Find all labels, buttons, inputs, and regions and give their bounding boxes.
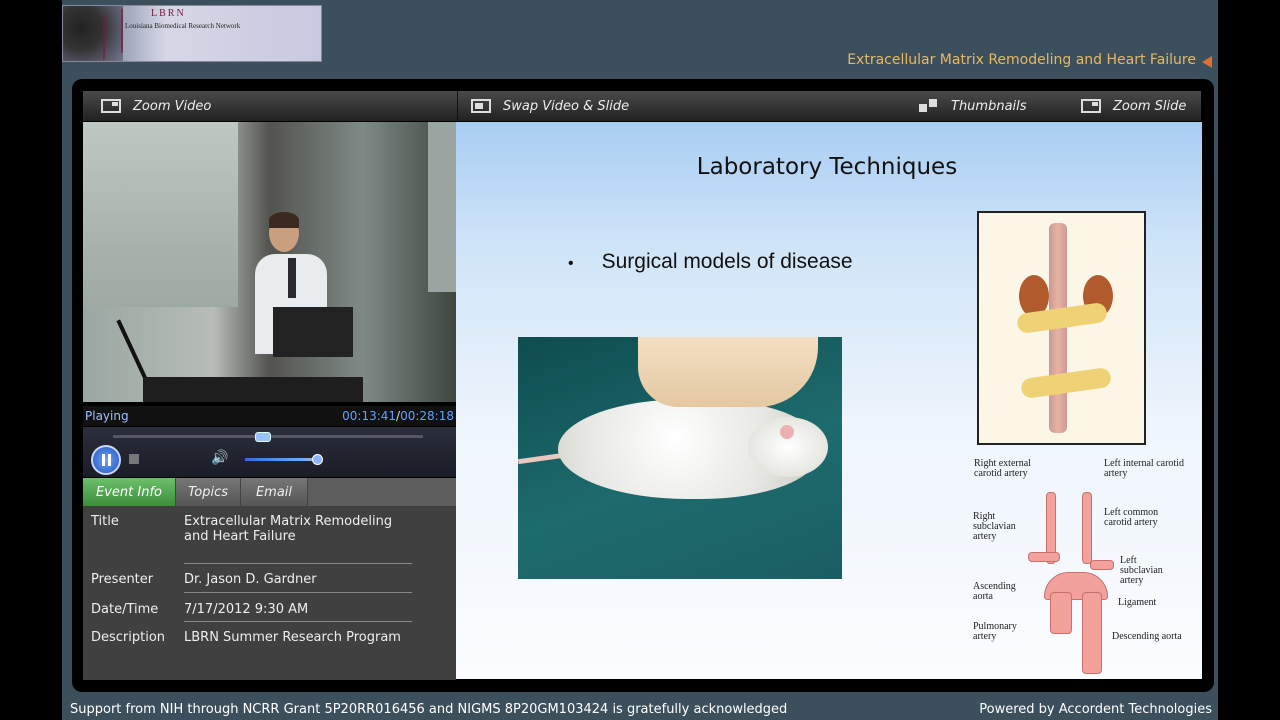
playback-status-bar: Playing 00:13:41/00:28:18: [83, 406, 456, 426]
tab-event-info[interactable]: Event Info: [83, 478, 176, 506]
toolbar-divider: [457, 91, 458, 121]
video-side-screen: [428, 122, 456, 292]
zoom-slide-label: Zoom Slide: [1113, 98, 1187, 114]
slide-title: Laboratory Techniques: [696, 154, 958, 180]
thumbnails-icon: [919, 99, 939, 113]
video-projection-screen: [83, 122, 238, 307]
left-subclavian-vessel: [1090, 560, 1114, 570]
playback-time: 00:13:41/00:28:18: [342, 409, 454, 423]
seek-bar[interactable]: [113, 432, 423, 442]
logo-subtext: Louisiana Biomedical Research Network: [125, 22, 241, 30]
tab-email[interactable]: Email: [241, 478, 308, 506]
pause-button[interactable]: [91, 445, 121, 475]
player-frame: Zoom Video Swap Video & Slide Thumbnails…: [72, 79, 1214, 692]
slide-panel[interactable]: Laboratory Techniques • Surgical models o…: [456, 122, 1202, 679]
video-presenter-hair: [269, 212, 299, 228]
datetime-label: Date/Time: [91, 602, 159, 617]
label-ligament: Ligament: [1118, 597, 1157, 608]
descending-aorta-vessel: [1082, 592, 1102, 674]
label-left-internal-carotid: Left internal carotid artery: [1104, 458, 1184, 479]
pause-icon-bar: [107, 454, 111, 466]
video-desk: [143, 377, 363, 402]
ascending-aorta-vessel: [1050, 592, 1072, 634]
zoom-slide-icon: [1081, 99, 1101, 113]
video-lamp: [116, 319, 150, 385]
label-left-subclavian: Left subclavian artery: [1120, 555, 1163, 586]
event-info-panel: Title Extracellular Matrix Remodeling an…: [83, 506, 456, 680]
volume-icon[interactable]: 🔊: [211, 450, 231, 468]
label-right-subclavian: Right subclavian artery: [973, 511, 1016, 542]
pause-icon-bar: [101, 454, 105, 466]
bullet-icon: •: [568, 255, 574, 272]
label-left-common-carotid: Left common carotid artery: [1104, 507, 1159, 528]
description-value: LBRN Summer Research Program: [184, 630, 401, 645]
zoom-video-button[interactable]: Zoom Video: [101, 91, 211, 121]
info-tabs: Event Info Topics Email: [83, 478, 456, 506]
row-divider: [184, 563, 412, 564]
zoom-video-icon: [101, 99, 121, 113]
label-right-external-carotid: Right external carotid artery: [974, 458, 1031, 479]
left-carotid-vessel: [1082, 492, 1092, 564]
page-background: LBRN Louisiana Biomedical Research Netwo…: [62, 0, 1218, 720]
collapse-arrow-icon[interactable]: [1202, 56, 1212, 68]
slide-bullet-text: Surgical models of disease: [601, 250, 853, 273]
presenter-label: Presenter: [91, 572, 154, 587]
powered-by-link[interactable]: Powered by Accordent Technologies: [979, 702, 1212, 717]
aortic-arch-diagram: Right external carotid artery Left inter…: [966, 452, 1202, 677]
label-ascending-aorta: Ascending aorta: [973, 581, 1016, 602]
label-pulmonary-artery: Pulmonary artery: [973, 621, 1017, 642]
datetime-value: 7/17/2012 9:30 AM: [184, 602, 309, 617]
stop-button[interactable]: [129, 454, 139, 464]
swap-video-slide-label: Swap Video & Slide: [503, 98, 630, 114]
playback-status: Playing: [85, 409, 129, 423]
volume-slider[interactable]: [245, 458, 317, 461]
thumbnails-button[interactable]: Thumbnails: [919, 91, 1027, 121]
presentation-title: Extracellular Matrix Remodeling and Hear…: [847, 52, 1196, 68]
rat-surgery-photo: [518, 337, 842, 579]
player-controls: 🔊: [83, 427, 456, 477]
volume-thumb[interactable]: [312, 454, 324, 465]
gloved-hand: [638, 337, 818, 407]
zoom-video-label: Zoom Video: [133, 98, 212, 114]
total-time: 00:28:18: [400, 409, 454, 423]
video-presenter-tie: [288, 258, 296, 298]
logo-text: LBRN: [151, 8, 186, 19]
title-value: Extracellular Matrix Remodeling and Hear…: [184, 514, 393, 544]
acknowledgement-text: Support from NIH through NCRR Grant 5P20…: [70, 702, 788, 717]
tab-topics[interactable]: Topics: [176, 478, 241, 506]
swap-icon: [471, 99, 491, 113]
slide-bullet: • Surgical models of disease: [568, 250, 853, 274]
player-toolbar: Zoom Video Swap Video & Slide Thumbnails…: [83, 91, 1201, 121]
dna-helix-icon: [103, 8, 123, 60]
swap-video-slide-button[interactable]: Swap Video & Slide: [471, 91, 629, 121]
thumbnails-label: Thumbnails: [951, 98, 1027, 114]
row-divider: [184, 621, 412, 622]
zoom-slide-button[interactable]: Zoom Slide: [1081, 91, 1186, 121]
abdominal-anatomy-illustration: [977, 211, 1146, 445]
rat-ear: [780, 425, 794, 439]
lbrn-logo: LBRN Louisiana Biomedical Research Netwo…: [62, 5, 322, 62]
current-time: 00:13:41: [342, 409, 397, 423]
row-divider: [184, 592, 412, 593]
title-label: Title: [91, 514, 119, 529]
video-podium: [273, 307, 353, 357]
presenter-value: Dr. Jason D. Gardner: [184, 572, 317, 587]
label-descending-aorta: Descending aorta: [1112, 631, 1182, 642]
video-panel[interactable]: [83, 122, 456, 402]
seek-thumb[interactable]: [254, 432, 271, 442]
description-label: Description: [91, 630, 166, 645]
right-subclavian-vessel: [1028, 552, 1060, 562]
